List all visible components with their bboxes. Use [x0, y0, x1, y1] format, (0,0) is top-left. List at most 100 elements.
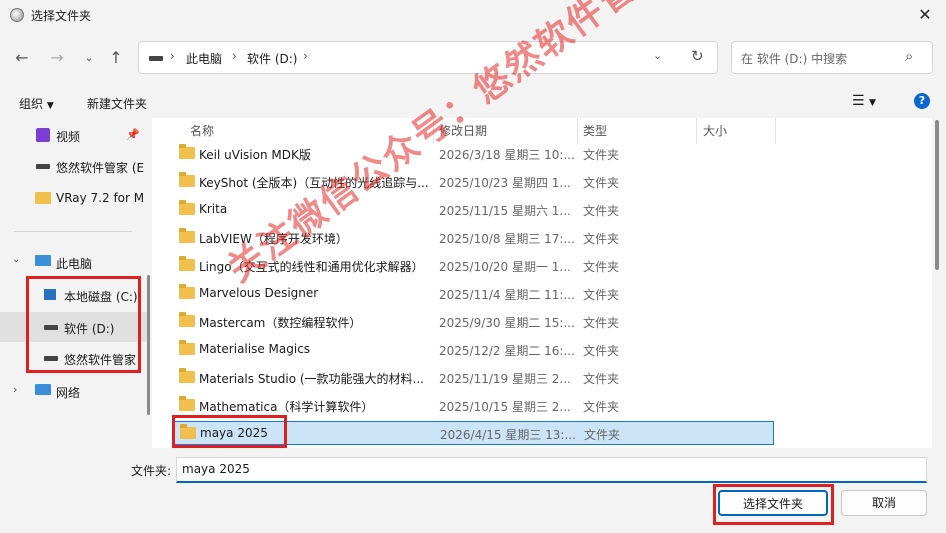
- up-arrow-icon[interactable]: ↑: [104, 46, 128, 70]
- column-separator[interactable]: [433, 118, 434, 144]
- window-title: 选择文件夹: [31, 9, 92, 23]
- forward-arrow-icon[interactable]: →: [45, 46, 69, 70]
- nav-item-videos[interactable]: 视频 📌: [0, 120, 148, 150]
- file-type: 文件夹: [583, 260, 620, 274]
- search-input[interactable]: 在 软件 (D:) 中搜索 ⌕: [731, 41, 933, 74]
- column-header-date[interactable]: 修改日期: [439, 118, 487, 144]
- nav-item-label: 悠然软件管家 (E: [56, 161, 145, 175]
- navigation-pane: 视频 📌 悠然软件管家 (E VRay 7.2 for M ⌄ 此电脑 本地磁盘…: [0, 118, 150, 448]
- breadcrumb-chevron-icon: ›: [303, 49, 308, 63]
- file-list: 名称 ⌃ 修改日期 类型 大小 Keil uVision MDK版 2026/3/…: [152, 118, 932, 448]
- file-date: 2025/12/2 星期二 16:...: [439, 344, 574, 358]
- folder-icon: [179, 256, 195, 271]
- file-list-scrollbar[interactable]: [935, 120, 939, 270]
- folder-icon: [179, 368, 195, 383]
- list-item[interactable]: Marvelous Designer 2025/11/4 星期二 11:... 文件…: [174, 282, 774, 306]
- column-separator[interactable]: [577, 118, 578, 144]
- list-item[interactable]: Lingo（交互式的线性和通用优化求解器） 2025/10/20 星期一 1...…: [174, 254, 774, 278]
- file-name: KeyShot (全版本)（互动性的光线追踪与...: [199, 176, 429, 190]
- folder-name-input[interactable]: maya 2025: [176, 457, 927, 483]
- file-type: 文件夹: [583, 232, 620, 246]
- nav-item-this-pc[interactable]: ⌄ 此电脑: [0, 247, 148, 277]
- column-header-name[interactable]: 名称: [190, 118, 214, 144]
- file-name: Materials Studio (一款功能强大的材料...: [199, 372, 424, 386]
- search-placeholder: 在 软件 (D:) 中搜索: [741, 52, 848, 66]
- nav-item-youran-e[interactable]: 悠然软件管家 (E: [0, 151, 148, 181]
- organize-button[interactable]: 组织 ▼: [19, 95, 54, 112]
- drive-icon: [36, 164, 50, 169]
- address-bar[interactable]: › 此电脑 › 软件 (D:) › ⌄ ↻: [138, 41, 718, 74]
- column-separator[interactable]: [775, 118, 776, 144]
- folder-icon: [179, 396, 195, 411]
- file-date: 2025/11/15 星期六 1...: [439, 204, 571, 218]
- breadcrumb-drive-d[interactable]: 软件 (D:): [247, 50, 297, 67]
- address-dropdown-icon[interactable]: ⌄: [653, 49, 662, 62]
- expand-chevron-right-icon[interactable]: ›: [13, 383, 17, 396]
- column-header-size[interactable]: 大小: [703, 118, 727, 144]
- file-name: Materialise Magics: [199, 342, 311, 356]
- highlight-box-selected: [172, 415, 287, 448]
- file-type: 文件夹: [584, 428, 621, 442]
- nav-item-label: 视频: [56, 130, 81, 144]
- list-item[interactable]: KeyShot (全版本)（互动性的光线追踪与... 2025/10/23 星期四…: [174, 170, 774, 194]
- recent-chevron-down-icon[interactable]: ⌄: [77, 46, 101, 70]
- file-date: 2026/4/15 星期三 13:...: [440, 428, 575, 442]
- file-name: Keil uVision MDK版: [199, 148, 311, 162]
- drive-icon: [149, 56, 163, 61]
- folder-icon: [179, 284, 195, 299]
- nav-scrollbar[interactable]: [147, 275, 150, 415]
- highlight-box-select-button: [713, 484, 834, 525]
- nav-item-network[interactable]: › 网络: [0, 376, 148, 406]
- toolbar: 组织 ▼ 新建文件夹 ☰ ▼ ?: [0, 88, 946, 118]
- nav-item-label: 网络: [56, 386, 81, 400]
- list-item[interactable]: Keil uVision MDK版 2026/3/18 星期三 10:... 文件夹: [174, 142, 774, 166]
- folder-icon: [179, 312, 195, 327]
- search-icon[interactable]: ⌕: [905, 47, 913, 65]
- file-date: 2025/9/30 星期二 15:...: [439, 316, 574, 330]
- organize-label: 组织: [19, 97, 44, 111]
- view-options-icon[interactable]: ☰ ▼: [852, 93, 876, 109]
- refresh-icon[interactable]: ↻: [691, 47, 704, 65]
- breadcrumb-this-pc[interactable]: 此电脑: [186, 50, 222, 67]
- file-type: 文件夹: [583, 344, 620, 358]
- column-header-type[interactable]: 类型: [583, 118, 607, 144]
- title-bar: 选择文件夹 ✕: [0, 0, 946, 30]
- column-separator[interactable]: [696, 118, 697, 144]
- folder-name-value: maya 2025: [182, 462, 250, 476]
- pin-icon[interactable]: 📌: [126, 128, 140, 141]
- expand-chevron-down-icon[interactable]: ⌄: [12, 254, 20, 265]
- cancel-button[interactable]: 取消: [841, 490, 927, 516]
- close-icon[interactable]: ✕: [914, 4, 936, 26]
- folder-icon: [35, 192, 51, 204]
- list-item[interactable]: Mastercam（数控编程软件） 2025/9/30 星期二 15:... 文件夹: [174, 310, 774, 334]
- app-icon: [10, 8, 24, 22]
- list-item[interactable]: Materials Studio (一款功能强大的材料... 2025/11/19…: [174, 366, 774, 390]
- file-name: Mastercam（数控编程软件）: [199, 316, 362, 330]
- network-icon: [35, 384, 51, 395]
- video-folder-icon: [36, 128, 50, 142]
- file-type: 文件夹: [583, 316, 620, 330]
- file-type: 文件夹: [583, 204, 620, 218]
- file-type: 文件夹: [583, 176, 620, 190]
- help-icon[interactable]: ?: [914, 93, 930, 109]
- breadcrumb-chevron-icon: ›: [232, 49, 237, 63]
- highlight-box-drives: [26, 276, 141, 373]
- list-item[interactable]: Krita 2025/11/15 星期六 1... 文件夹: [174, 198, 774, 222]
- nav-item-label: VRay 7.2 for M: [56, 191, 145, 205]
- file-date: 2025/11/19 星期三 2...: [439, 372, 571, 386]
- file-type: 文件夹: [583, 288, 620, 302]
- folder-icon: [179, 200, 195, 215]
- nav-divider: [14, 231, 132, 232]
- nav-item-vray[interactable]: VRay 7.2 for M: [0, 183, 148, 213]
- breadcrumb-chevron-icon: ›: [170, 49, 175, 63]
- file-date: 2025/10/8 星期三 17:...: [439, 232, 574, 246]
- file-date: 2025/11/4 星期二 11:...: [439, 288, 574, 302]
- new-folder-button[interactable]: 新建文件夹: [87, 95, 147, 112]
- file-type: 文件夹: [583, 148, 620, 162]
- list-item[interactable]: Materialise Magics 2025/12/2 星期二 16:... 文件…: [174, 338, 774, 362]
- file-name: Krita: [199, 202, 228, 216]
- file-name: Marvelous Designer: [199, 286, 319, 300]
- list-item[interactable]: LabVIEW（程序开发环境） 2025/10/8 星期三 17:... 文件夹: [174, 226, 774, 250]
- file-date: 2025/10/23 星期四 1...: [439, 176, 571, 190]
- back-arrow-icon[interactable]: ←: [10, 46, 34, 70]
